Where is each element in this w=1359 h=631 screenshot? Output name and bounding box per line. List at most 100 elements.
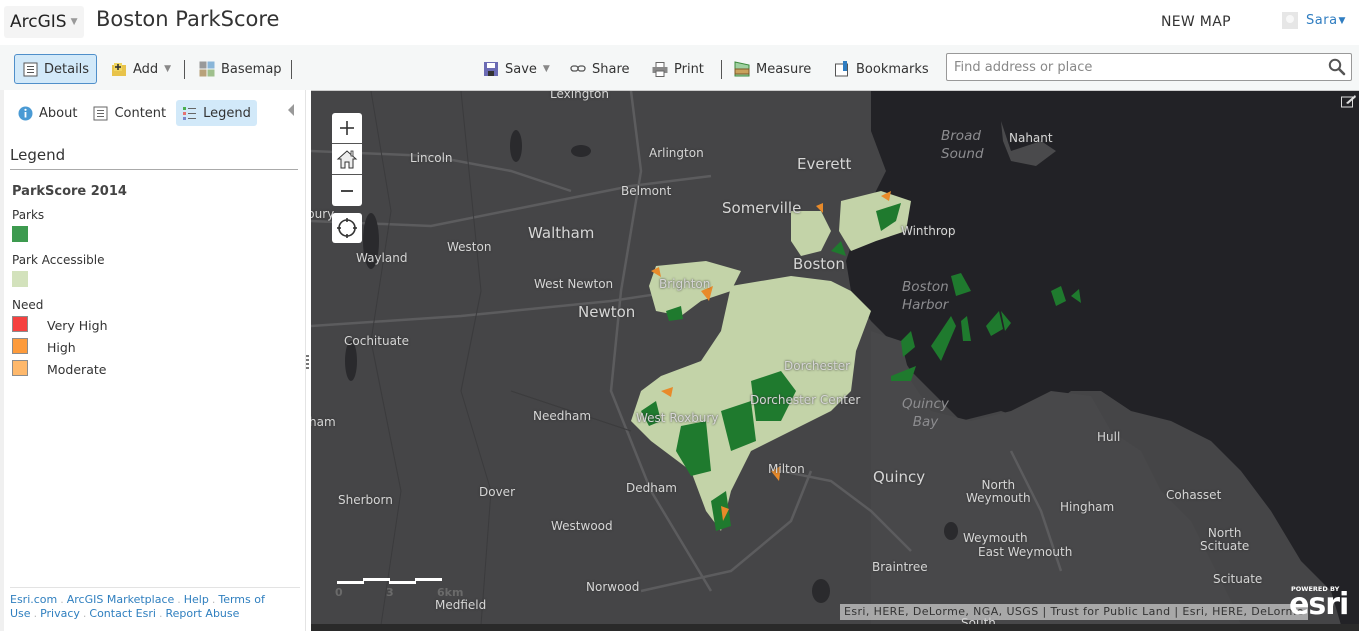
chevron-down-icon: ▼ xyxy=(70,17,78,27)
water-label: Broad Sound xyxy=(941,128,984,162)
place-label: Everett xyxy=(797,155,852,173)
tab-content[interactable]: Content xyxy=(87,100,172,126)
panel-resize-handle[interactable] xyxy=(306,355,309,371)
divider xyxy=(10,587,300,588)
locate-icon xyxy=(337,218,357,238)
place-label: Weymouth xyxy=(963,531,1028,545)
water-label: Boston Harbor xyxy=(902,279,949,313)
legend-group-need: Need xyxy=(12,298,44,312)
place-label: Westwood xyxy=(551,519,613,533)
panel-tabs: About Content Legend xyxy=(12,100,261,126)
arcgis-menu-label: ArcGIS xyxy=(10,12,67,32)
zoom-in-button[interactable] xyxy=(332,113,362,144)
place-label: Quincy xyxy=(873,468,926,486)
footer-link-privacy[interactable]: Privacy xyxy=(40,607,80,620)
user-menu[interactable]: Sara ▼ xyxy=(1282,12,1345,29)
bookmarks-label: Bookmarks xyxy=(856,61,929,77)
add-button[interactable]: Add ▼ xyxy=(103,54,179,84)
map-title: Boston ParkScore xyxy=(96,7,280,31)
place-label: Belmont xyxy=(621,184,672,198)
map-view[interactable]: Lexington Lincoln Arlington Everett Belm… xyxy=(311,90,1359,624)
measure-button[interactable]: Measure xyxy=(726,54,819,84)
place-label: West Roxbury xyxy=(636,411,719,425)
link-icon xyxy=(570,61,586,77)
tab-legend-label: Legend xyxy=(203,105,251,121)
esri-wordmark: esri xyxy=(1289,587,1349,622)
home-icon xyxy=(336,150,358,169)
charlestown-area xyxy=(791,211,831,256)
footer-link-esri[interactable]: Esri.com xyxy=(10,593,57,606)
info-icon xyxy=(18,106,33,121)
footer-link-report-abuse[interactable]: Report Abuse xyxy=(165,607,239,620)
legend-swatch-moderate xyxy=(12,360,28,376)
divider xyxy=(10,169,298,170)
share-button[interactable]: Share xyxy=(562,54,638,84)
place-label: Weston xyxy=(447,240,492,254)
search-icon[interactable] xyxy=(1328,58,1346,76)
place-label: Dover xyxy=(479,485,515,499)
place-label: Sherborn xyxy=(338,493,393,507)
legend-group-parks: Parks xyxy=(12,208,45,222)
bookmarks-button[interactable]: Bookmarks xyxy=(826,54,937,84)
footer-link-contact[interactable]: Contact Esri xyxy=(89,607,156,620)
tab-about[interactable]: About xyxy=(12,100,83,126)
print-button[interactable]: Print xyxy=(644,54,712,84)
minus-icon xyxy=(341,189,353,192)
place-label: Cochituate xyxy=(344,334,410,348)
tab-content-label: Content xyxy=(114,105,167,121)
legend-item-high: High xyxy=(47,340,76,355)
home-button[interactable] xyxy=(332,144,362,175)
footer-link-marketplace[interactable]: ArcGIS Marketplace xyxy=(67,593,175,606)
arcgis-menu-button[interactable]: ArcGIS ▼ xyxy=(4,6,84,38)
place-label: Newton xyxy=(578,303,636,321)
place-label: Wayland xyxy=(356,251,408,265)
details-panel: About Content Legend Legend ParkScore 20… xyxy=(0,90,306,631)
place-label: Hingham xyxy=(1060,500,1115,514)
esri-logo[interactable]: POWERED BY esri xyxy=(1289,585,1351,622)
place-label: Medfield xyxy=(435,598,487,612)
place-label: Lexington xyxy=(550,90,609,101)
details-button[interactable]: Details xyxy=(14,54,97,84)
place-label: Hull xyxy=(1097,430,1121,444)
add-icon xyxy=(111,61,127,77)
legend-swatch-parks xyxy=(12,226,28,242)
place-label: Dorchester xyxy=(784,359,851,373)
footer-link-help[interactable]: Help xyxy=(184,593,209,606)
search-input[interactable] xyxy=(947,54,1317,80)
tab-about-label: About xyxy=(39,105,78,121)
add-label: Add xyxy=(133,61,159,77)
place-label: Brighton xyxy=(659,277,711,291)
content-icon xyxy=(93,106,108,121)
basemap-label: Basemap xyxy=(221,61,282,77)
collapse-panel-icon[interactable] xyxy=(288,104,294,116)
app-header: ArcGIS ▼ Boston ParkScore NEW MAP Sara ▼ xyxy=(0,0,1359,45)
place-label: North Weymouth xyxy=(966,478,1031,505)
legend-item-very-high: Very High xyxy=(47,318,108,333)
toolbar-divider xyxy=(184,60,185,79)
save-button[interactable]: Save ▼ xyxy=(475,54,558,84)
chevron-down-icon: ▼ xyxy=(1338,15,1346,26)
locate-button[interactable] xyxy=(332,213,362,243)
zoom-out-button[interactable] xyxy=(332,175,362,206)
footer-links: Esri.com. ArcGIS Marketplace. Help. Terms o… xyxy=(10,593,265,620)
expand-icon[interactable] xyxy=(1341,93,1357,108)
place-label: Cohasset xyxy=(1166,488,1222,502)
legend-group-accessible: Park Accessible xyxy=(12,253,105,267)
bookmark-icon xyxy=(834,61,850,77)
layer-title: ParkScore 2014 xyxy=(12,184,127,199)
place-label: Arlington xyxy=(649,146,704,160)
save-label: Save xyxy=(505,61,537,77)
new-map-link[interactable]: NEW MAP xyxy=(1161,14,1231,30)
legend-heading: Legend xyxy=(10,146,66,164)
measure-label: Measure xyxy=(756,61,812,77)
tab-legend[interactable]: Legend xyxy=(176,100,257,126)
legend-swatch-accessible xyxy=(12,271,28,287)
share-label: Share xyxy=(592,61,630,77)
basemap-button[interactable]: Basemap xyxy=(191,54,290,84)
toolbar-divider xyxy=(291,60,292,79)
toolbar: Details Add ▼ Basemap Save ▼ Share Print xyxy=(0,45,1359,90)
measure-icon xyxy=(734,61,750,77)
chevron-down-icon: ▼ xyxy=(542,64,550,74)
details-icon xyxy=(23,61,38,77)
place-label: Waltham xyxy=(528,224,595,242)
